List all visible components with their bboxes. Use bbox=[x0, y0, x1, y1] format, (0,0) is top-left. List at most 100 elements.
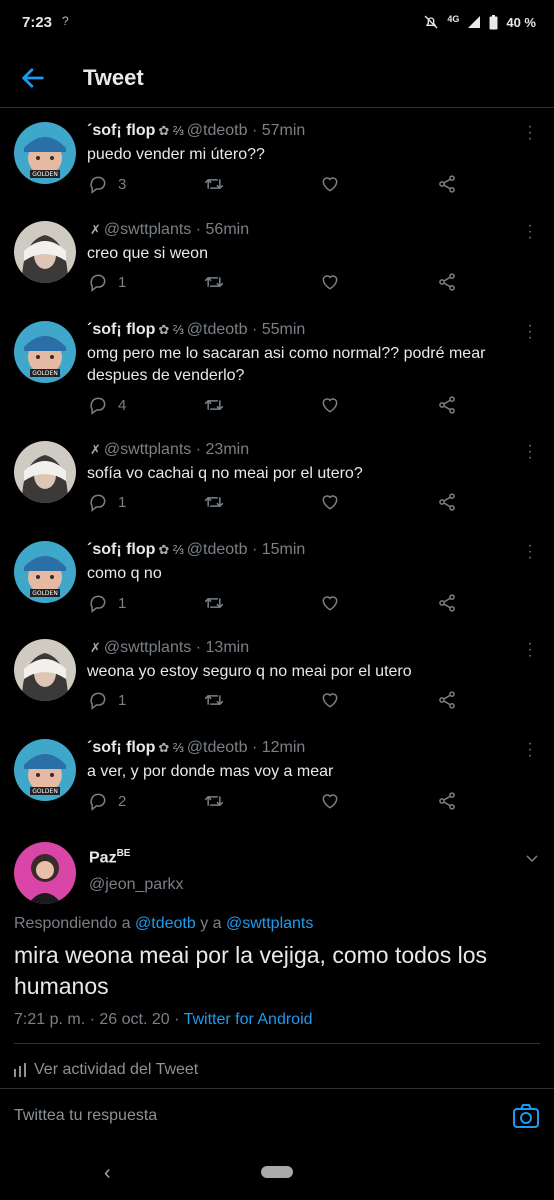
tweet-time: 13min bbox=[205, 639, 250, 656]
retweet-button[interactable] bbox=[204, 593, 224, 613]
tweet-time: 12min bbox=[261, 739, 306, 756]
mention-link[interactable]: @tdeotb bbox=[135, 915, 196, 932]
author-handle[interactable]: @tdeotb bbox=[187, 321, 248, 338]
back-arrow-icon[interactable] bbox=[18, 64, 48, 92]
author-handle[interactable]: @tdeotb bbox=[187, 122, 248, 139]
share-icon bbox=[439, 493, 455, 511]
reply-button[interactable]: 1 bbox=[88, 593, 126, 613]
reply-button[interactable]: 3 bbox=[88, 174, 126, 194]
reply-icon bbox=[90, 692, 106, 710]
camera-icon[interactable] bbox=[512, 1103, 540, 1129]
tweet-activity-link[interactable]: Ver actividad del Tweet bbox=[14, 1061, 198, 1079]
reply-tweet[interactable]: ✗ @swttplants · 56min · · · creo que si weon 1 bbox=[0, 218, 554, 302]
notifications-off-icon bbox=[424, 15, 438, 29]
more-options-icon[interactable]: · · · bbox=[526, 318, 534, 346]
tweet-time: 56min bbox=[205, 221, 250, 238]
author-handle[interactable]: @swttplants bbox=[104, 441, 191, 458]
reply-tweet[interactable]: GOLDEN ´sof¡ flop ✿ ⅔ @tdeotb · 55min · · · omg… bbox=[0, 318, 554, 425]
retweet-button[interactable] bbox=[204, 492, 224, 512]
like-button[interactable] bbox=[320, 272, 340, 292]
status-time: 7:23 bbox=[22, 14, 53, 31]
home-pill-icon[interactable] bbox=[261, 1166, 293, 1178]
author-handle[interactable]: @tdeotb bbox=[187, 541, 248, 558]
share-button[interactable] bbox=[437, 272, 457, 292]
tweet-time: 55min bbox=[261, 321, 306, 338]
separator-dot: · bbox=[191, 221, 206, 238]
share-button[interactable] bbox=[437, 492, 457, 512]
reply-tweet[interactable]: ✗ @swttplants · 13min · · · weona yo estoy se… bbox=[0, 636, 554, 720]
source-link[interactable]: Twitter for Android bbox=[184, 1011, 313, 1028]
more-options-icon[interactable]: · · · bbox=[526, 119, 534, 147]
retweet-icon bbox=[204, 497, 224, 507]
reply-tweet[interactable]: GOLDEN ´sof¡ flop ✿ ⅔ @tdeotb · 12min · · · a v… bbox=[0, 736, 554, 821]
tweet-actions: 2 bbox=[88, 791, 468, 813]
author-name[interactable]: ´sof¡ flop bbox=[87, 122, 155, 139]
reply-input[interactable] bbox=[14, 1103, 474, 1129]
avatar[interactable] bbox=[14, 639, 76, 701]
battery-level: 40 % bbox=[506, 14, 536, 30]
reply-tweet[interactable]: GOLDEN ´sof¡ flop ✿ ⅔ @tdeotb · 57min · · · pue… bbox=[0, 119, 554, 204]
more-options-icon[interactable]: · · · bbox=[526, 218, 534, 246]
avatar[interactable] bbox=[14, 842, 76, 904]
like-button[interactable] bbox=[320, 174, 340, 194]
tweet-header-line: ´sof¡ flop ✿ ⅔ @tdeotb · 55min bbox=[87, 321, 305, 339]
share-icon bbox=[439, 396, 455, 414]
like-icon bbox=[322, 495, 338, 510]
author-name[interactable]: PazBE bbox=[89, 848, 130, 867]
like-button[interactable] bbox=[320, 395, 340, 415]
more-options-icon[interactable]: · · · bbox=[526, 736, 534, 764]
avatar[interactable] bbox=[14, 221, 76, 283]
avatar[interactable]: GOLDEN bbox=[14, 739, 76, 801]
main-tweet-author[interactable]: PazBE @jeon_parkx bbox=[0, 838, 554, 908]
retweet-button[interactable] bbox=[204, 272, 224, 292]
reply-button[interactable]: 2 bbox=[88, 791, 126, 811]
reply-tweet[interactable]: ✗ @swttplants · 23min · · · sofía vo cachai q… bbox=[0, 438, 554, 522]
reply-button[interactable]: 1 bbox=[88, 492, 126, 512]
signal-unknown-icon: ? bbox=[62, 14, 69, 28]
reply-icon bbox=[90, 793, 106, 811]
avatar[interactable] bbox=[14, 441, 76, 503]
author-handle[interactable]: @swttplants bbox=[104, 221, 191, 238]
author-handle[interactable]: @swttplants bbox=[104, 639, 191, 656]
like-button[interactable] bbox=[320, 492, 340, 512]
more-options-icon[interactable]: · · · bbox=[526, 538, 534, 566]
like-button[interactable] bbox=[320, 690, 340, 710]
share-icon bbox=[439, 594, 455, 612]
share-button[interactable] bbox=[437, 174, 457, 194]
author-handle[interactable]: @tdeotb bbox=[187, 739, 248, 756]
like-icon bbox=[322, 794, 338, 809]
reply-button[interactable]: 1 bbox=[88, 272, 126, 292]
like-button[interactable] bbox=[320, 593, 340, 613]
author-handle[interactable]: @jeon_parkx bbox=[89, 876, 184, 894]
more-options-icon[interactable]: · · · bbox=[526, 438, 534, 466]
share-button[interactable] bbox=[437, 690, 457, 710]
tweet-text: como q no bbox=[87, 565, 162, 582]
share-button[interactable] bbox=[437, 395, 457, 415]
share-button[interactable] bbox=[437, 791, 457, 811]
avatar[interactable]: GOLDEN bbox=[14, 321, 76, 383]
retweet-button[interactable] bbox=[204, 690, 224, 710]
tweet-actions: 1 bbox=[88, 690, 468, 712]
chevron-down-icon[interactable] bbox=[524, 850, 540, 866]
author-name[interactable]: ´sof¡ flop bbox=[87, 541, 155, 558]
reply-button[interactable]: 4 bbox=[88, 395, 126, 415]
share-button[interactable] bbox=[437, 593, 457, 613]
avatar[interactable]: GOLDEN bbox=[14, 541, 76, 603]
retweet-button[interactable] bbox=[204, 395, 224, 415]
reply-count: 1 bbox=[118, 691, 127, 709]
reply-tweet[interactable]: GOLDEN ´sof¡ flop ✿ ⅔ @tdeotb · 15min · · · com… bbox=[0, 538, 554, 623]
system-back-icon[interactable]: ‹ bbox=[104, 1162, 111, 1185]
like-button[interactable] bbox=[320, 791, 340, 811]
author-name[interactable]: ´sof¡ flop bbox=[87, 321, 155, 338]
retweet-button[interactable] bbox=[204, 174, 224, 194]
retweet-button[interactable] bbox=[204, 791, 224, 811]
tweet-actions: 1 bbox=[88, 593, 468, 615]
mention-link[interactable]: @swttplants bbox=[226, 915, 313, 932]
tweet-actions: 1 bbox=[88, 492, 468, 514]
tweet-text: weona yo estoy seguro q no meai por el u… bbox=[87, 663, 412, 680]
avatar[interactable]: GOLDEN bbox=[14, 122, 76, 184]
author-name[interactable]: ´sof¡ flop bbox=[87, 739, 155, 756]
share-icon bbox=[439, 273, 455, 291]
more-options-icon[interactable]: · · · bbox=[526, 636, 534, 664]
reply-button[interactable]: 1 bbox=[88, 690, 126, 710]
